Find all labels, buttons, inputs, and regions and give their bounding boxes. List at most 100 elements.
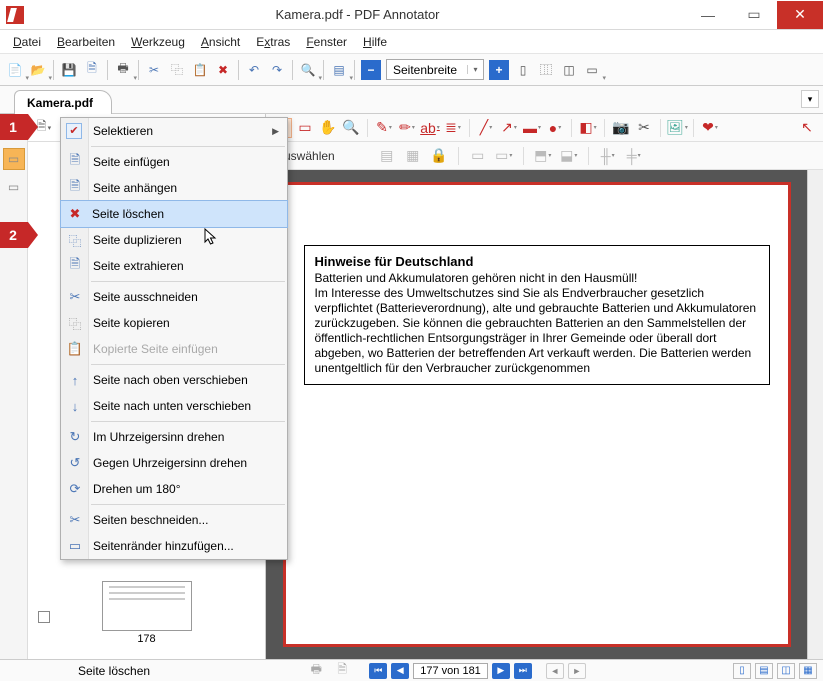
vertical-scrollbar[interactable] [807,170,823,659]
crop-tool-icon[interactable]: ✂ [634,118,654,138]
menu-bearbeiten[interactable]: Bearbeiten [50,32,122,52]
delete-button[interactable]: ✖ [212,59,234,81]
new-doc-button[interactable]: 📄 [4,59,26,81]
last-page-button[interactable]: ⏭ [514,663,532,679]
layout-more-icon[interactable]: ▭ [581,59,603,81]
zoom-input[interactable] [387,63,467,77]
first-page-button[interactable]: ⏮ [369,663,387,679]
open-button[interactable]: 📂 [27,59,49,81]
view-continuous-icon[interactable]: ▤ [755,663,773,679]
menu-seite-duplizieren[interactable]: ⿻Seite duplizieren [61,227,287,253]
pointer-tool-icon[interactable]: ↖ [797,118,817,138]
image-tool-icon[interactable]: 🖼 [667,118,687,138]
menu-seite-loeschen[interactable]: ✖Seite löschen [60,200,288,228]
menu-im-uhrzeigersinn[interactable]: ↻Im Uhrzeigersinn drehen [61,424,287,450]
pan-tool-icon[interactable]: ✋ [318,118,338,138]
line-tool-icon[interactable]: ╱ [476,118,496,138]
menu-drehen-180[interactable]: ⟳Drehen um 180° [61,476,287,502]
crop-icon: ✂ [66,512,84,528]
bring-front-icon[interactable]: ⬒ [533,146,553,166]
rotate-cw-icon: ↻ [66,429,84,445]
print-button[interactable]: 🖶 [112,59,134,81]
marker-tool-icon[interactable]: ✏ [397,118,417,138]
stamp-tool-icon[interactable]: ≣ [443,118,463,138]
align-center-icon[interactable]: ▦ [403,146,423,166]
page-thumbnail[interactable] [102,581,192,631]
menu-nach-unten[interactable]: ↓Seite nach unten verschieben [61,393,287,419]
tab-overflow-button[interactable]: ▾ [801,90,819,108]
find-button[interactable]: 🔍 [297,59,319,81]
paste-button[interactable]: 📋 [189,59,211,81]
menu-ansicht[interactable]: Ansicht [194,32,247,52]
align-h-icon[interactable]: ╫ [598,146,618,166]
favorite-tool-icon[interactable]: ❤ [700,118,720,138]
align-v-icon[interactable]: ╪ [624,146,644,166]
status-export-icon[interactable]: 🗎 [331,660,353,682]
pen-tool-icon[interactable]: ✎ [374,118,394,138]
menu-seite-ausschneiden[interactable]: ✂Seite ausschneiden [61,284,287,310]
menu-seite-kopieren[interactable]: ⿻Seite kopieren [61,310,287,336]
thumbnails-tab-icon[interactable]: ▭ [3,148,25,170]
menu-hilfe[interactable]: Hilfe [356,32,394,52]
page-duplicate-icon: ⿻ [66,231,84,250]
check-icon: ✔ [66,123,82,139]
zoom-in-button[interactable]: + [489,60,509,80]
document-tab[interactable]: Kamera.pdf [14,90,112,114]
group-icon[interactable]: ▭ [468,146,488,166]
rect-tool-icon[interactable]: ▬ [522,118,542,138]
menu-selektieren[interactable]: ✔ Selektieren▶ [61,118,287,144]
document-canvas[interactable]: Hinweise für Deutschland Batterien und A… [266,170,807,659]
menu-extras[interactable]: Extras [249,32,297,52]
save-button[interactable]: 💾 [58,59,80,81]
menu-fenster[interactable]: Fenster [299,32,354,52]
ungroup-icon[interactable]: ▭ [494,146,514,166]
copy-button[interactable]: ⿻ [166,59,188,81]
zoom-combo[interactable]: ▾ [386,59,484,80]
menu-beschneiden[interactable]: ✂Seiten beschneiden... [61,507,287,533]
menu-nach-oben[interactable]: ↑Seite nach oben verschieben [61,367,287,393]
zoom-out-button[interactable]: − [361,60,381,80]
zoom-dropdown-icon[interactable]: ▾ [467,65,483,74]
redo-button[interactable]: ↷ [266,59,288,81]
view-button[interactable]: ▤ [328,59,350,81]
close-button[interactable]: ✕ [777,1,823,29]
menu-seite-extrahieren[interactable]: 🗎Seite extrahieren [61,253,287,279]
lasso-tool-icon[interactable]: ▭ [295,118,315,138]
menu-seite-anhaengen[interactable]: 🗎Seite anhängen [61,175,287,201]
view-grid-icon[interactable]: ▦ [799,663,817,679]
thumbnail-caption: 178 [36,633,257,645]
zoom-tool-icon[interactable]: 🔍 [341,118,361,138]
menu-datei[interactable]: Datei [6,32,48,52]
arrow-tool-icon[interactable]: ↗ [499,118,519,138]
align-left-icon[interactable]: ▤ [377,146,397,166]
snapshot-tool-icon[interactable]: 📷 [611,118,631,138]
attachments-tab-icon[interactable]: ▭ [3,176,25,198]
lock-icon[interactable]: 🔒 [429,146,449,166]
continuous-icon[interactable]: ⿲ [535,59,557,81]
menu-raender[interactable]: ▭Seitenränder hinzufügen... [61,533,287,559]
maximize-button[interactable]: ▭ [731,1,777,29]
page-indicator[interactable]: 177 von 181 [413,663,488,679]
menu-seite-einfuegen[interactable]: 🗎Seite einfügen [61,149,287,175]
history-back-button[interactable]: ◄ [546,663,564,679]
next-page-button[interactable]: ▶ [492,663,510,679]
prev-page-button[interactable]: ◀ [391,663,409,679]
thumbnail-checkbox[interactable] [38,611,50,623]
view-two-icon[interactable]: ◫ [777,663,795,679]
text-tool-icon[interactable]: ab [420,118,440,138]
menu-werkzeug[interactable]: Werkzeug [124,32,192,52]
minimize-button[interactable]: — [685,1,731,29]
send-back-icon[interactable]: ⬓ [559,146,579,166]
history-fwd-button[interactable]: ► [568,663,586,679]
menu-gegen-uhrzeigersinn[interactable]: ↺Gegen Uhrzeigersinn drehen [61,450,287,476]
arrow-up-icon: ↑ [66,373,84,388]
ellipse-tool-icon[interactable]: ● [545,118,565,138]
view-single-icon[interactable]: ▯ [733,663,751,679]
singlepage-icon[interactable]: ▯ [512,59,534,81]
cut-button[interactable]: ✂ [143,59,165,81]
undo-button[interactable]: ↶ [243,59,265,81]
status-print-icon[interactable]: 🖶 [305,660,327,682]
eraser-tool-icon[interactable]: ◧ [578,118,598,138]
save-as-button[interactable]: 🗎 [81,59,103,81]
twopage-icon[interactable]: ◫ [558,59,580,81]
